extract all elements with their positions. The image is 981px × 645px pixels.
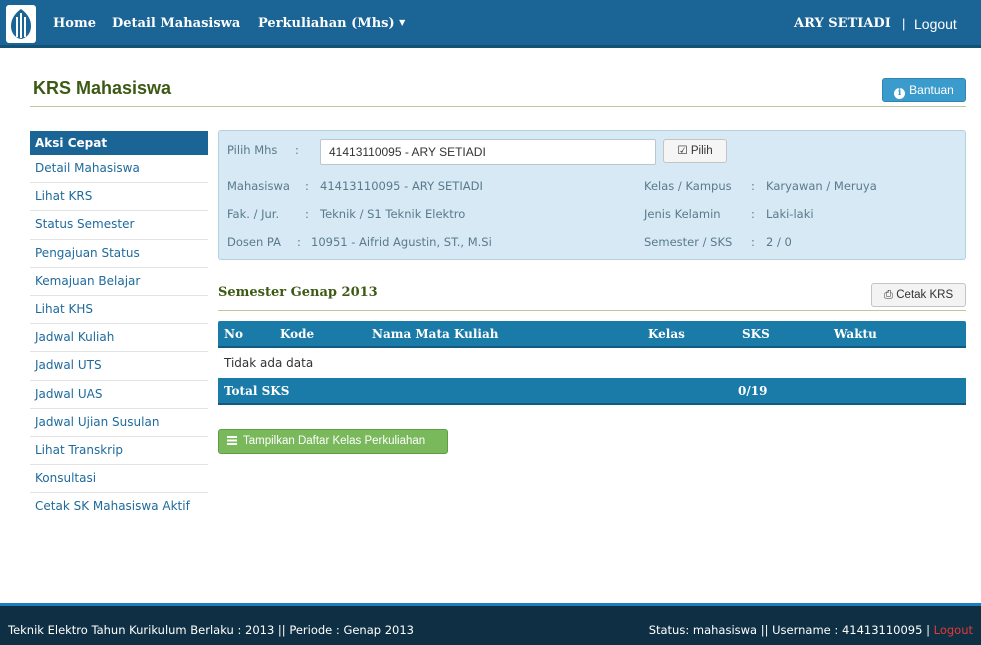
nav-perkuliahan-label: Perkuliahan (Mhs)	[258, 16, 395, 31]
kelas-value: Karyawan / Meruya	[766, 179, 877, 193]
semester-sks-value: 2 / 0	[766, 235, 792, 249]
pick-colon: :	[295, 143, 299, 157]
title-divider	[30, 106, 966, 107]
semester-sks-label: Semester / SKS	[644, 235, 733, 249]
printer-icon: ⎙	[883, 289, 894, 301]
pick-button-label: Pilih	[690, 145, 713, 157]
footer-curriculum-info: Teknik Elektro Tahun Kurikulum Berlaku :…	[8, 623, 414, 637]
dosen-label: Dosen PA	[227, 235, 281, 249]
quick-actions-sidebar: Aksi Cepat Detail Mahasiswa Lihat KRS St…	[30, 131, 208, 521]
info-icon: i	[894, 88, 906, 99]
semester-sks-colon: :	[751, 235, 755, 249]
show-class-list-button[interactable]: Tampilkan Daftar Kelas Perkuliahan	[218, 429, 448, 454]
semester-title: Semester Genap 2013	[218, 285, 378, 300]
footer-status-info: Status: mahasiswa || Username : 41413110…	[649, 623, 973, 637]
dosen-value: 10951 - Aifrid Agustin, ST., M.Si	[311, 235, 492, 249]
sidebar-item-cetak-sk[interactable]: Cetak SK Mahasiswa Aktif	[30, 493, 208, 521]
nav-perkuliahan-dropdown[interactable]: Perkuliahan (Mhs) ▼	[258, 16, 405, 31]
nav-logout-link[interactable]: Logout	[914, 16, 957, 32]
sidebar-item-lihat-transkrip[interactable]: Lihat Transkrip	[30, 437, 208, 466]
nav-user-name[interactable]: ARY SETIADI	[794, 16, 891, 31]
mahasiswa-colon: :	[305, 179, 309, 193]
col-sks: SKS	[742, 327, 770, 341]
gender-colon: :	[751, 207, 755, 221]
footer-status-text: Status: mahasiswa || Username : 41413110…	[648, 623, 934, 637]
fakjur-colon: :	[305, 207, 309, 221]
nav-home[interactable]: Home	[53, 16, 96, 31]
total-sks-label: Total SKS	[224, 384, 290, 398]
col-nama-mata-kuliah: Nama Mata Kuliah	[372, 327, 499, 341]
sidebar-item-jadwal-kuliah[interactable]: Jadwal Kuliah	[30, 324, 208, 353]
help-button-label: Bantuan	[909, 83, 954, 97]
mahasiswa-value: 41413110095 - ARY SETIADI	[320, 179, 483, 193]
caret-down-icon: ▼	[399, 17, 406, 27]
pick-button[interactable]: ☑ Pilih	[663, 139, 727, 163]
col-no: No	[224, 327, 243, 341]
sidebar-menu: Detail Mahasiswa Lihat KRS Status Semest…	[30, 155, 208, 521]
sidebar-item-jadwal-uas[interactable]: Jadwal UAS	[30, 381, 208, 409]
gender-label: Jenis Kelamin	[644, 207, 721, 221]
col-kode: Kode	[280, 327, 315, 341]
krs-table-total-row: Total SKS 0/19	[218, 378, 966, 405]
nav-separator: |	[902, 16, 906, 31]
check-square-icon: ☑	[677, 145, 688, 157]
fakjur-label: Fak. / Jur.	[227, 207, 280, 221]
sidebar-item-konsultasi[interactable]: Konsultasi	[30, 465, 208, 494]
top-navbar: Home Detail Mahasiswa Perkuliahan (Mhs) …	[0, 0, 981, 48]
pick-student-label: Pilih Mhs	[227, 143, 278, 157]
sidebar-item-kemajuan-belajar[interactable]: Kemajuan Belajar	[30, 268, 208, 296]
sidebar-item-jadwal-ujian-susulan[interactable]: Jadwal Ujian Susulan	[30, 409, 208, 437]
show-class-list-label: Tampilkan Daftar Kelas Perkuliahan	[243, 435, 426, 447]
list-icon	[227, 436, 237, 445]
sidebar-item-jadwal-uts[interactable]: Jadwal UTS	[30, 352, 208, 381]
sidebar-item-pengajuan-status[interactable]: Pengajuan Status	[30, 240, 208, 268]
gender-value: Laki-laki	[766, 207, 814, 221]
total-sks-value: 0/19	[738, 384, 768, 398]
print-krs-button[interactable]: ⎙ Cetak KRS	[871, 283, 966, 307]
logo-mark-icon	[11, 9, 31, 39]
kelas-label: Kelas / Kampus	[644, 179, 732, 193]
col-kelas: Kelas	[648, 327, 685, 341]
sidebar-item-detail-mahasiswa[interactable]: Detail Mahasiswa	[30, 155, 208, 184]
kelas-colon: :	[751, 179, 755, 193]
empty-table-message: Tidak ada data	[224, 356, 314, 370]
krs-table-header: No Kode Nama Mata Kuliah Kelas SKS Waktu	[218, 321, 966, 348]
sidebar-title: Aksi Cepat	[30, 131, 208, 155]
page-title: KRS Mahasiswa	[33, 78, 172, 98]
footer-logout-link[interactable]: Logout	[934, 623, 973, 637]
student-info-panel: Pilih Mhs : 41413110095 - ARY SETIADI ☑ …	[218, 130, 966, 260]
mahasiswa-label: Mahasiswa	[227, 179, 290, 193]
fakjur-value: Teknik / S1 Teknik Elektro	[320, 207, 466, 221]
sidebar-item-status-semester[interactable]: Status Semester	[30, 211, 208, 240]
print-krs-label: Cetak KRS	[896, 289, 954, 301]
university-logo[interactable]	[6, 5, 36, 43]
page-footer: Teknik Elektro Tahun Kurikulum Berlaku :…	[0, 603, 981, 645]
sidebar-item-lihat-khs[interactable]: Lihat KHS	[30, 296, 208, 325]
help-button[interactable]: i Bantuan	[882, 78, 966, 102]
semester-divider	[218, 310, 966, 311]
student-select-input[interactable]: 41413110095 - ARY SETIADI	[320, 139, 656, 165]
nav-detail-mahasiswa[interactable]: Detail Mahasiswa	[112, 16, 240, 31]
dosen-colon: :	[297, 235, 301, 249]
col-waktu: Waktu	[834, 327, 877, 341]
sidebar-item-lihat-krs[interactable]: Lihat KRS	[30, 183, 208, 212]
